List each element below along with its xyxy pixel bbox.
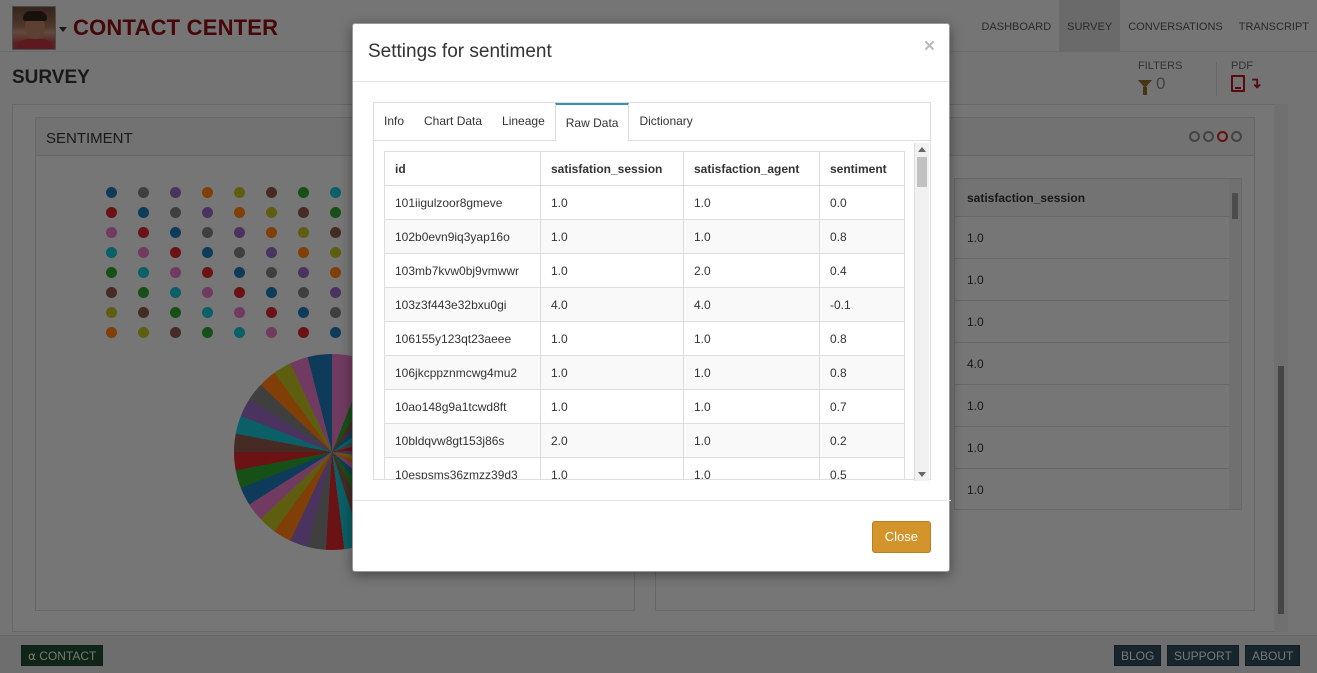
raw-data-cell: 0.4 — [819, 253, 905, 288]
raw-data-row: 10ao148g9a1tcwd8ft 1.0 1.0 0.7 — [384, 389, 905, 424]
raw-data-row: 102b0evn9iq3yap16o 1.0 1.0 0.8 — [384, 219, 905, 254]
raw-data-cell: 1.0 — [540, 253, 684, 288]
raw-data-cell: 0.0 — [819, 185, 905, 220]
raw-data-body: 101iigulzoor8gmeve 1.0 1.0 0.0 102b0evn9iq3y… — [384, 185, 905, 479]
col-header-satisfation-session[interactable]: satisfation_session — [540, 151, 684, 186]
raw-data-row: 106155y123qt23aeee 1.0 1.0 0.8 — [384, 321, 905, 356]
raw-data-row: 106jkcppznmcwg4mu2 1.0 1.0 0.8 — [384, 355, 905, 390]
modal-header: Settings for sentiment — [353, 24, 949, 82]
modal-title: Settings for sentiment — [368, 41, 552, 62]
raw-data-cell: 1.0 — [683, 321, 820, 356]
raw-data-cell: 102b0evn9iq3yap16o — [384, 219, 541, 254]
settings-modal: Settings for sentiment × Info Chart Data… — [352, 23, 951, 573]
col-header-sentiment[interactable]: sentiment — [819, 151, 905, 186]
col-header-id[interactable]: id — [384, 151, 541, 186]
raw-data-cell: 1.0 — [540, 355, 684, 390]
raw-data-cell: 10espsms36zmzz39d3 — [384, 457, 541, 479]
raw-data-table-wrap: id satisfation_session satisfaction_agen… — [384, 151, 905, 479]
raw-data-cell: 1.0 — [683, 457, 820, 479]
raw-data-cell: 1.0 — [540, 321, 684, 356]
tab-dictionary[interactable]: Dictionary — [629, 103, 702, 141]
modal-scrollbar-thumb[interactable] — [917, 157, 927, 187]
raw-data-cell: 0.2 — [819, 423, 905, 458]
modal-footer: Close — [353, 500, 951, 573]
raw-data-cell: 0.5 — [819, 457, 905, 479]
raw-data-row: 101iigulzoor8gmeve 1.0 1.0 0.0 — [384, 185, 905, 220]
raw-data-cell: 1.0 — [540, 219, 684, 254]
scroll-up-arrow-icon[interactable] — [918, 147, 926, 152]
raw-data-cell: 1.0 — [540, 185, 684, 220]
raw-data-cell: 1.0 — [540, 457, 684, 479]
raw-data-cell: -0.1 — [819, 287, 905, 322]
raw-data-cell: 0.8 — [819, 355, 905, 390]
raw-data-cell: 10bldqvw8gt153j86s — [384, 423, 541, 458]
modal-table-scrollbar[interactable] — [914, 143, 929, 481]
modal-close-x-icon[interactable]: × — [924, 36, 935, 58]
close-button[interactable]: Close — [871, 521, 931, 553]
raw-data-cell: 101iigulzoor8gmeve — [384, 185, 541, 220]
raw-data-row: 103mb7kvw0bj9vmwwr 1.0 2.0 0.4 — [384, 253, 905, 288]
raw-data-header-row: id satisfation_session satisfaction_agen… — [384, 151, 905, 186]
raw-data-row: 10bldqvw8gt153j86s 2.0 1.0 0.2 — [384, 423, 905, 458]
raw-data-cell: 1.0 — [540, 389, 684, 424]
tab-info[interactable]: Info — [374, 103, 414, 141]
raw-data-cell: 106jkcppznmcwg4mu2 — [384, 355, 541, 390]
raw-data-cell: 1.0 — [683, 185, 820, 220]
tab-raw-data[interactable]: Raw Data — [554, 103, 630, 142]
raw-data-cell: 10ao148g9a1tcwd8ft — [384, 389, 541, 424]
raw-data-cell: 0.8 — [819, 219, 905, 254]
raw-data-cell: 103z3f443e32bxu0gi — [384, 287, 541, 322]
tab-lineage[interactable]: Lineage — [492, 103, 555, 141]
raw-data-cell: 2.0 — [540, 423, 684, 458]
raw-data-cell: 1.0 — [683, 423, 820, 458]
raw-data-cell: 103mb7kvw0bj9vmwwr — [384, 253, 541, 288]
raw-data-cell: 4.0 — [540, 287, 684, 322]
col-header-satisfaction-agent[interactable]: satisfaction_agent — [683, 151, 820, 186]
raw-data-cell: 106155y123qt23aeee — [384, 321, 541, 356]
tab-chart-data[interactable]: Chart Data — [414, 103, 492, 141]
scroll-down-arrow-icon[interactable] — [918, 472, 926, 477]
raw-data-row: 103z3f443e32bxu0gi 4.0 4.0 -0.1 — [384, 287, 905, 322]
raw-data-cell: 0.7 — [819, 389, 905, 424]
raw-data-row: 10espsms36zmzz39d3 1.0 1.0 0.5 — [384, 457, 905, 479]
raw-data-cell: 0.8 — [819, 321, 905, 356]
raw-data-table: id satisfation_session satisfaction_agen… — [384, 151, 905, 479]
raw-data-cell: 2.0 — [683, 253, 820, 288]
raw-data-cell: 1.0 — [683, 219, 820, 254]
raw-data-cell: 1.0 — [683, 389, 820, 424]
raw-data-cell: 1.0 — [683, 355, 820, 390]
raw-data-cell: 4.0 — [683, 287, 820, 322]
modal-tabs-container: Info Chart Data Lineage Raw Data Diction… — [373, 102, 931, 481]
modal-tab-bar: Info Chart Data Lineage Raw Data Diction… — [374, 103, 930, 142]
